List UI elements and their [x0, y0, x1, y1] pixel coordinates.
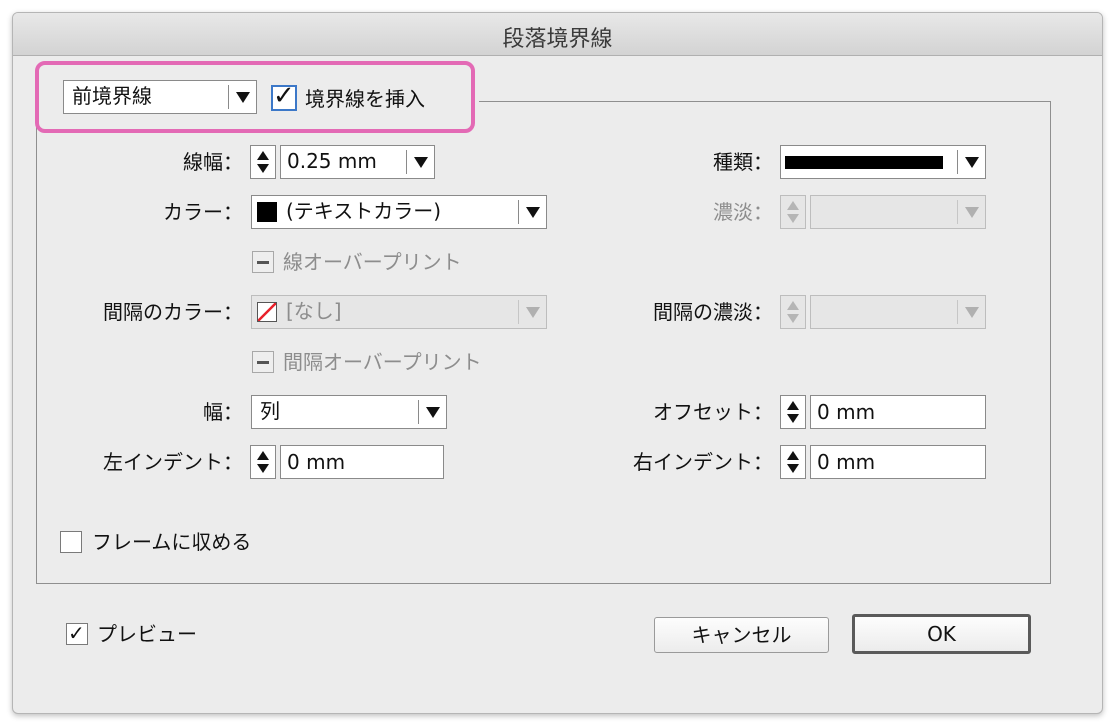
keep-in-frame-label: フレームに収める	[92, 530, 252, 554]
weight-combobox[interactable]: 0.25 mm	[280, 145, 435, 179]
type-dropdown[interactable]	[780, 145, 986, 179]
arrow-up-icon	[257, 151, 269, 160]
dropdown-separator	[957, 200, 958, 224]
arrow-down-icon	[787, 464, 799, 473]
gap-color-value: [なし]	[286, 299, 342, 323]
preview-checkbox[interactable]: ✓	[66, 621, 88, 645]
gap-tint-label: 間隔の濃淡：	[653, 300, 773, 324]
color-label: カラー：	[163, 200, 243, 224]
chevron-down-icon	[965, 157, 979, 168]
color-swatch	[257, 202, 277, 222]
offset-value: 0 mm	[817, 400, 876, 424]
overprint-gap-label: 間隔オーバープリント	[283, 350, 482, 374]
overprint-stroke-label: 線オーバープリント	[283, 250, 462, 274]
arrow-up-icon	[787, 301, 799, 310]
offset-stepper[interactable]	[780, 395, 806, 429]
gap-tint-combobox[interactable]	[810, 295, 986, 329]
highlight-frame	[35, 61, 475, 133]
width-label: 幅：	[203, 400, 243, 424]
overprint-stroke-checkbox[interactable]	[252, 251, 274, 273]
dialog-title: 段落境界線	[502, 27, 613, 52]
mixed-state-icon	[257, 361, 269, 364]
title-bar[interactable]: 段落境界線	[13, 13, 1102, 56]
chevron-down-icon	[414, 157, 428, 168]
dropdown-separator	[518, 200, 519, 224]
arrow-up-icon	[787, 201, 799, 210]
paragraph-rules-dialog: 段落境界線 前境界線 ✓ 境界線を挿入 線幅： 0.25 mm 種類： カラー：…	[12, 12, 1103, 714]
color-dropdown[interactable]: (テキストカラー)	[251, 195, 547, 229]
checkmark-icon: ✓	[68, 621, 85, 645]
chevron-down-icon	[965, 307, 979, 318]
right-indent-label: 右インデント：	[633, 450, 773, 474]
right-indent-input[interactable]: 0 mm	[810, 445, 986, 479]
arrow-up-icon	[787, 451, 799, 460]
keep-in-frame-checkbox[interactable]	[60, 531, 82, 553]
width-dropdown[interactable]: 列	[251, 395, 447, 429]
offset-input[interactable]: 0 mm	[810, 395, 986, 429]
dropdown-separator	[406, 150, 407, 174]
right-indent-stepper[interactable]	[780, 445, 806, 479]
none-swatch-icon	[257, 302, 277, 322]
none-slash-icon	[258, 303, 276, 321]
solid-line-swatch	[785, 156, 943, 169]
weight-value: 0.25 mm	[287, 149, 377, 173]
left-indent-value: 0 mm	[287, 450, 346, 474]
arrow-down-icon	[257, 464, 269, 473]
tint-label: 濃淡：	[713, 200, 773, 224]
dropdown-separator	[518, 300, 519, 324]
weight-label: 線幅：	[183, 150, 243, 174]
overprint-gap-checkbox[interactable]	[252, 351, 274, 373]
offset-label: オフセット：	[653, 400, 773, 424]
chevron-down-icon	[965, 207, 979, 218]
chevron-down-icon	[526, 307, 540, 318]
arrow-down-icon	[787, 414, 799, 423]
left-indent-stepper[interactable]	[250, 445, 276, 479]
arrow-down-icon	[787, 314, 799, 323]
chevron-down-icon	[426, 407, 440, 418]
left-indent-input[interactable]: 0 mm	[280, 445, 444, 479]
gap-color-dropdown[interactable]: [なし]	[251, 295, 547, 329]
chevron-down-icon	[526, 207, 540, 218]
width-value: 列	[260, 399, 280, 423]
tint-stepper[interactable]	[780, 195, 806, 229]
weight-stepper[interactable]	[250, 145, 276, 179]
right-indent-value: 0 mm	[817, 450, 876, 474]
type-label: 種類：	[713, 150, 773, 174]
cancel-button[interactable]: キャンセル	[654, 617, 829, 653]
arrow-up-icon	[257, 451, 269, 460]
left-indent-label: 左インデント：	[103, 450, 243, 474]
gap-tint-stepper[interactable]	[780, 295, 806, 329]
color-value: (テキストカラー)	[286, 199, 442, 223]
preview-label: プレビュー	[97, 622, 197, 646]
dropdown-separator	[957, 150, 958, 174]
ok-button[interactable]: OK	[852, 614, 1031, 654]
gap-color-label: 間隔のカラー：	[103, 300, 243, 324]
mixed-state-icon	[257, 261, 269, 264]
arrow-down-icon	[257, 164, 269, 173]
arrow-down-icon	[787, 214, 799, 223]
tint-combobox[interactable]	[810, 195, 986, 229]
dropdown-separator	[418, 400, 419, 424]
arrow-up-icon	[787, 401, 799, 410]
dropdown-separator	[957, 300, 958, 324]
